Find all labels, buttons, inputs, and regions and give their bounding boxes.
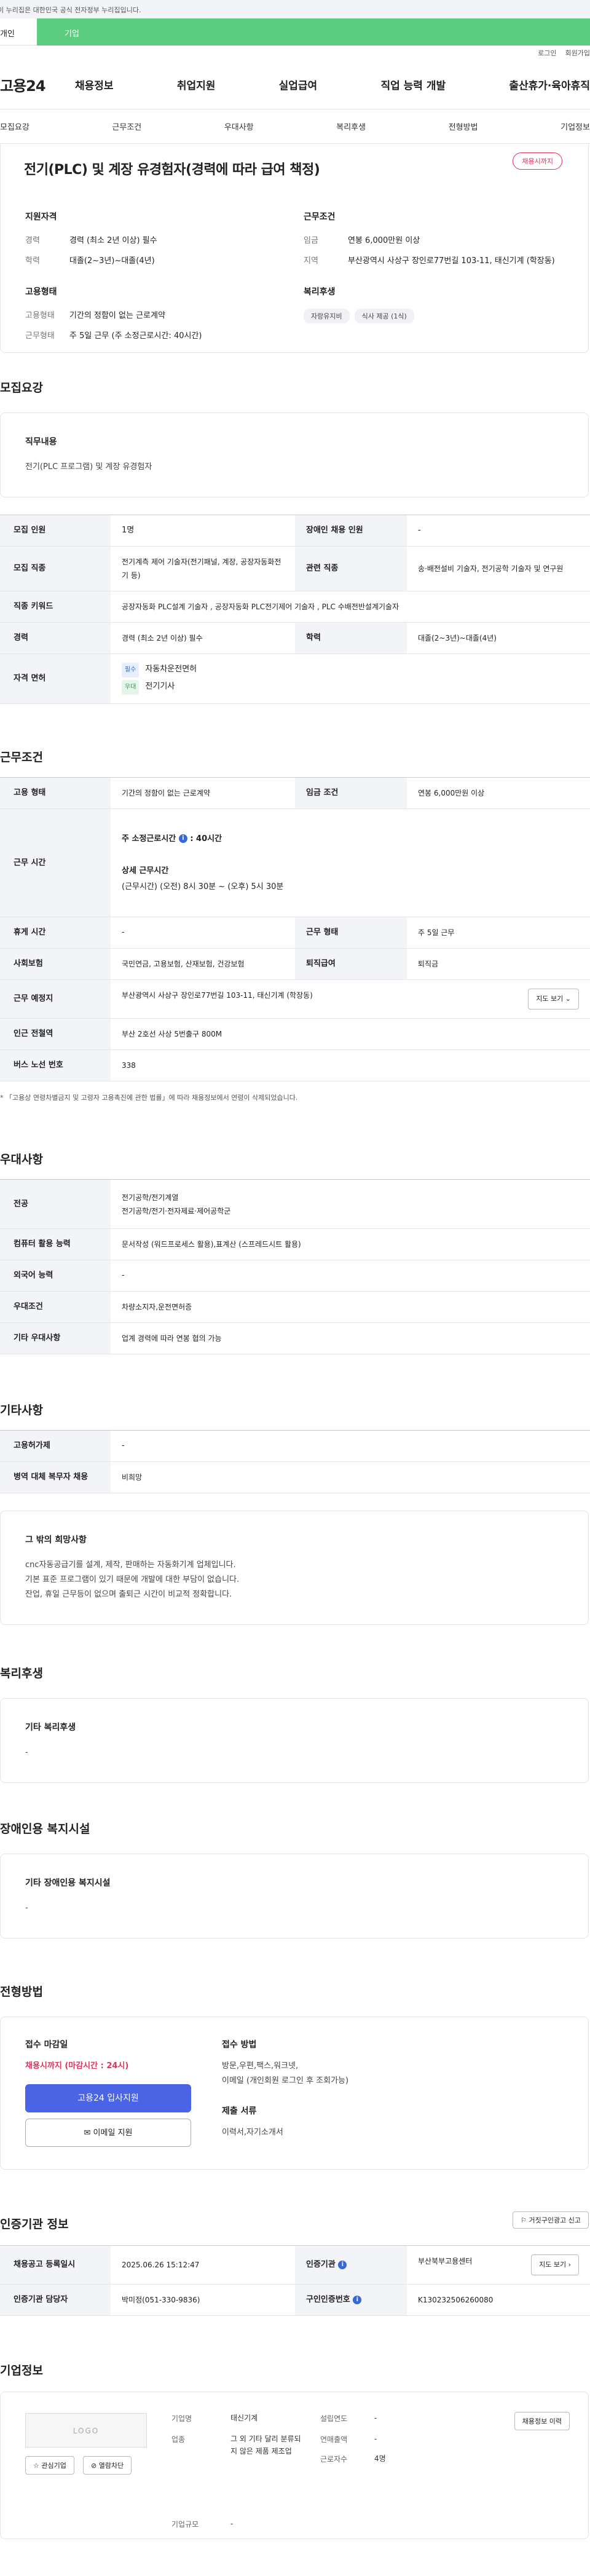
info-icon[interactable]: i [353,2295,362,2304]
tab-individual[interactable]: 개인 [0,18,37,45]
anchor-work[interactable]: 근무조건 [112,121,141,132]
job-history-button[interactable]: 채용정보 이력 [514,2412,570,2430]
welfare-chip: 식사 제공 (1식) [354,309,414,323]
preferred-tag: 우대 [122,680,140,695]
welfare-chip: 자랑유지비 [304,309,350,323]
recruit-section: 모집요강 직무내용 전기(PLC 프로그램) 및 계장 유경험자 모집 인원 1명… [0,379,590,704]
anchor-recruit[interactable]: 모집요강 [0,121,30,132]
job-summary-card: 채용시까지 전기(PLC) 및 계장 유경험자(경력에 따라 급여 책정) 지원… [0,144,589,353]
summary-employment: 고용형태 고용형태 기간의 정함이 없는 근로계약 근무형태 주 5일 근무 (주 … [25,287,202,341]
site-logo[interactable]: 고용24 [0,74,75,95]
summary-welfare: 복리후생 자랑유지비 식사 제공 (1식) [304,285,570,349]
welfare-box: 기타 복리후생 - [0,1698,589,1783]
anchor-pref[interactable]: 우대사항 [224,121,254,132]
work-table: 고용 형태 기간의 정함이 없는 근로계약 임금 조건 연봉 6,000만원 이상 근… [0,777,590,1081]
cert-section: 인증기관 정보 ⚐ 거짓구인광고 신고 채용공고 등록일시 2025.06.26 … [0,2211,590,2316]
disabled-section: 장애인용 복지시설 기타 장애인용 복지시설 - [0,1820,590,1938]
block-icon: ⊘ [91,2462,97,2470]
etc-section: 기타사항 고용허가제 - 병역 대체 복무자 채용 비희망 그 밖의 희망사항 cn… [0,1401,590,1625]
anchor-corp[interactable]: 기업정보 [560,121,590,132]
section-title: 복리후생 [0,1667,43,1680]
hope-box: 그 밖의 희망사항 cnc자동공급기를 설계, 제작, 판매하는 자동화기계 업… [0,1511,589,1625]
gnb-menu: 채용정보 취업지원 실업급여 직업 능력 개발 출산휴가·육아휴직 [75,77,590,92]
report-icon: ⚐ [521,2216,527,2224]
member-type-tabs: 개인 기업 [0,18,590,45]
gnb-item-skill-development[interactable]: 직업 능력 개발 [380,77,446,92]
chevron-right-icon: › [568,2261,571,2269]
company-logo-placeholder: LOGO [25,2413,147,2448]
disabled-box: 기타 장애인용 복지시설 - [0,1854,589,1938]
age-notice: * 「고용상 연령차별금지 및 고령자 고용촉진에 관한 법률」에 따라 채용정… [0,1094,298,1102]
pref-section: 우대사항 전공 전기공학/전기계열 전기공학/전기·전자제료·제어공학군 컴퓨터 활… [0,1150,590,1354]
apply-box: 접수 마감일 채용시까지 (마감시간 : 24시) 고용24 입사지원 ✉ 이메… [0,2017,589,2170]
section-title: 근무조건 [0,751,43,764]
chevron-down-icon: ⌄ [565,995,571,1003]
section-title: 기타사항 [0,1404,43,1417]
email-apply-button[interactable]: ✉ 이메일 지원 [25,2119,191,2147]
deadline-text: 채용시까지 (마감시간 : 24시) [25,2061,129,2071]
info-icon[interactable]: i [178,834,187,843]
summary-qualification: 지원자격 경력 경력 (최소 2년 이상) 필수 학력 대졸(2~3년)~대졸(4년… [25,212,157,266]
gnb-item-employment-support[interactable]: 취업지원 [177,77,216,92]
star-icon: ☆ [33,2462,39,2470]
gnb-item-parental-leave[interactable]: 출산휴가·육아휴직 [509,77,590,92]
cert-table: 채용공고 등록일시 2025.06.26 15:12:47 인증기관 i 부산북부고용… [0,2245,590,2316]
deadline-badge: 채용시까지 [513,152,562,170]
anchor-welfare[interactable]: 복리후생 [336,121,366,132]
mail-icon: ✉ [84,2128,91,2138]
section-title: 기업정보 [0,2364,43,2377]
org-map-button[interactable]: 지도 보기 › [531,2254,579,2275]
apply-online-button[interactable]: 고용24 입사지원 [25,2084,191,2112]
work-section: 근무조건 고용 형태 기간의 정함이 없는 근로계약 임금 조건 연봉 6,000만원… [0,748,590,1102]
map-view-button[interactable]: 지도 보기 ⌄ [528,989,579,1009]
recruit-table: 모집 인원 1명 장애인 채용 인원 - 모집 직종 전기계측 제어 기술자(전기패널,… [0,515,590,704]
section-title: 전형방법 [0,1985,43,1999]
join-link[interactable]: 회원가입 [565,49,590,57]
info-icon[interactable]: i [338,2260,347,2269]
pref-table: 전공 전기공학/전기계열 전기공학/전기·전자제료·제어공학군 컴퓨터 활용 능력 문… [0,1179,590,1354]
anchor-apply[interactable]: 전형방법 [449,121,478,132]
block-view-button[interactable]: ⊘ 열람차단 [83,2456,132,2475]
interest-company-button[interactable]: ☆ 관심기업 [25,2456,74,2475]
gnb-item-unemployment-benefit[interactable]: 실업급여 [279,77,318,92]
section-title: 우대사항 [0,1153,43,1166]
corp-section: 기업정보 LOGO ☆ 관심기업 ⊘ 열람차단 기업명 태신기계 업종 그 외 … [0,2361,590,2539]
section-title: 모집요강 [0,381,43,395]
section-title: 장애인용 복지시설 [0,1822,90,1836]
gov-banner: 이 누리집은 대한민국 공식 전자정부 누리집입니다. [0,0,590,18]
corp-box: LOGO ☆ 관심기업 ⊘ 열람차단 기업명 태신기계 업종 그 외 기타 달리… [0,2392,589,2539]
utility-bar: 로그인 회원가입 [0,45,590,60]
duty-box: 직무내용 전기(PLC 프로그램) 및 계장 유경험자 [0,413,589,497]
global-nav: 고용24 채용정보 취업지원 실업급여 직업 능력 개발 출산휴가·육아휴직 [0,60,590,109]
section-anchor-nav: 모집요강 근무조건 우대사항 복리후생 전형방법 기업정보 [0,109,590,144]
gnb-item-jobs[interactable]: 채용정보 [75,77,114,92]
welfare-section: 복리후생 기타 복리후생 - [0,1664,590,1783]
required-tag: 필수 [122,663,140,678]
summary-conditions: 근무조건 임금 연봉 6,000만원 이상 지역 부산광역시 사상구 장인로77번길… [304,212,555,266]
etc-table: 고용허가제 - 병역 대체 복무자 채용 비희망 [0,1430,590,1493]
apply-section: 전형방법 접수 마감일 채용시까지 (마감시간 : 24시) 고용24 입사지원… [0,1983,590,2170]
job-title: 전기(PLC) 및 계장 유경험자(경력에 따라 급여 책정) [24,162,320,178]
login-link[interactable]: 로그인 [538,49,556,57]
tab-company[interactable]: 기업 [37,18,590,45]
false-ad-report-button[interactable]: ⚐ 거짓구인광고 신고 [513,2211,589,2229]
section-title: 인증기관 정보 [0,2218,69,2231]
